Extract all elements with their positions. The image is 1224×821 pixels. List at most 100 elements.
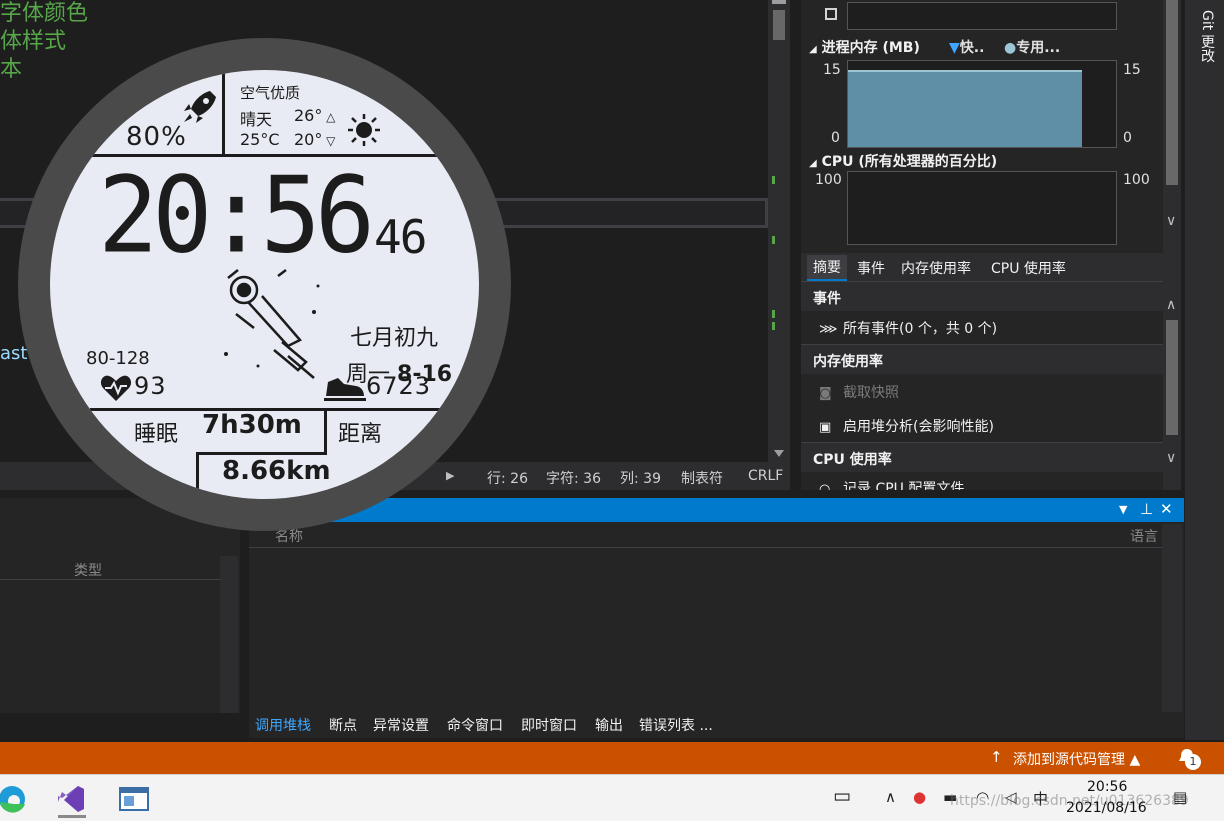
scrollbar-thumb[interactable] [1166, 0, 1178, 185]
call-stack-scrollbar[interactable] [1162, 524, 1182, 712]
divider [196, 452, 327, 455]
pin-icon[interactable]: ⊥ [1140, 500, 1153, 518]
eol-indicator[interactable]: CRLF [748, 468, 783, 484]
time-hours-minutes: 20:56 [98, 154, 375, 277]
distance-label: 距离 [338, 422, 383, 447]
memory-graph-title[interactable]: ◢ 进程内存 (MB) [809, 37, 920, 57]
scroll-down-icon[interactable]: ∨ [1166, 450, 1176, 466]
tab-summary[interactable]: 摘要 [807, 255, 847, 281]
step-count: 6723 [366, 372, 432, 400]
close-icon[interactable]: ✕ [1160, 500, 1173, 518]
scroll-down-icon[interactable]: ∨ [1166, 213, 1176, 229]
bottom-tab[interactable]: 异常设置 [373, 715, 429, 735]
bottom-tab[interactable]: 错误列表 ... [639, 715, 713, 735]
bottom-tab[interactable]: 命令窗口 [447, 715, 503, 735]
divider [324, 408, 327, 454]
scroll-down-icon[interactable] [774, 450, 784, 457]
legend-private: ●专用... [1004, 40, 1061, 56]
pause-icon[interactable] [825, 8, 837, 20]
char-indicator[interactable]: 字符: 36 [546, 468, 601, 488]
memory-usage-section-header: 内存使用率 [801, 344, 1163, 374]
sun-icon [348, 114, 380, 146]
astronaut-illustration [224, 269, 320, 379]
diagnostic-tools-panel: ◢ 进程内存 (MB) ▼快.. ●专用... 15 15 0 0 ◢ CPU … [801, 0, 1181, 490]
divider [222, 70, 225, 156]
cpu-usage-section-header: CPU 使用率 [801, 442, 1163, 472]
locals-scrollbar[interactable] [220, 556, 238, 713]
action-center-icon[interactable]: ▤ [1173, 788, 1187, 806]
add-to-source-control[interactable]: 添加到源代码管理 ▲ [1013, 749, 1140, 769]
air-quality: 空气优质 [240, 84, 301, 102]
events-timeline [847, 2, 1117, 30]
line-indicator[interactable]: 行: 26 [487, 468, 528, 488]
git-changes-tab[interactable]: Git 更改 [1197, 10, 1217, 63]
cpu-graph-title[interactable]: ◢ CPU (所有处理器的百分比) [809, 151, 997, 171]
bottom-tab[interactable]: 即时窗口 [521, 715, 577, 735]
private-legend-icon: ● [1004, 40, 1017, 56]
memory-graph[interactable] [847, 60, 1117, 148]
change-marker [772, 322, 775, 330]
active-app-indicator [58, 815, 86, 818]
temp-high: 26° △ [294, 106, 336, 125]
header-divider [249, 547, 1162, 548]
record-icon: ○ [819, 482, 831, 490]
scrollbar-thumb[interactable] [1166, 320, 1178, 435]
temp-low: 20° ▽ [294, 130, 336, 149]
news-widget-icon[interactable]: ▭ [833, 785, 851, 807]
tab-cpu-usage[interactable]: CPU 使用率 [991, 258, 1066, 278]
edge-app-icon[interactable] [0, 780, 32, 818]
vs-status-bar: ↑ 添加到源代码管理 ▲ 1 [0, 742, 1224, 774]
cpu-y-max-right: 100 [1123, 172, 1150, 188]
shoe-icon [324, 378, 366, 401]
events-icon: ⋙ [819, 322, 838, 337]
visual-studio-app-icon[interactable] [52, 780, 92, 818]
diagnostic-tabs: 摘要 事件 内存使用率 CPU 使用率 [801, 253, 1181, 281]
bottom-tab[interactable]: 输出 [595, 715, 623, 735]
camera-icon: ◙ [819, 386, 832, 401]
call-stack-titlebar[interactable]: ▼ ⊥ ✕ [249, 498, 1184, 522]
show-hidden-icons[interactable]: ∧ [885, 788, 896, 806]
lunar-date: 七月初九 [350, 326, 439, 351]
bottom-tab[interactable]: 断点 [329, 715, 357, 735]
heart-icon [100, 375, 132, 401]
legend-snapshot: ▼快.. [949, 40, 985, 56]
change-marker [772, 310, 775, 318]
tabs-indicator[interactable]: 制表符 [681, 468, 723, 488]
tab-events[interactable]: 事件 [857, 258, 885, 278]
type-column-header[interactable]: 类型 [74, 560, 102, 580]
all-events-link[interactable]: ⋙ 所有事件(0 个，共 0 个) [819, 318, 997, 338]
clock-time[interactable]: 20:56 [1087, 779, 1127, 795]
bottom-tab[interactable]: 调用堆栈 [255, 715, 311, 735]
qq-icon[interactable]: ● [913, 788, 926, 806]
language-column-header[interactable]: 语言 [1130, 526, 1158, 546]
memory-y-min-right: 0 [1123, 130, 1132, 146]
arrow-up-icon: ↑ [990, 748, 1003, 766]
memory-y-min: 0 [831, 130, 840, 146]
heart-rate: 93 [134, 372, 167, 400]
clock-date[interactable]: 2021/08/16 [1066, 800, 1147, 816]
time-seconds: 46 [374, 210, 427, 264]
scrollbar-thumb[interactable] [773, 10, 785, 40]
heap-profiling-button[interactable]: ▣ 启用堆分析(会影响性能) [819, 416, 994, 436]
scroll-right-icon[interactable]: ▶ [446, 469, 454, 482]
col-indicator[interactable]: 列: 39 [620, 468, 661, 488]
dropdown-icon[interactable]: ▼ [1119, 503, 1127, 516]
tab-memory-usage[interactable]: 内存使用率 [901, 258, 971, 278]
diagnostics-scrollbar[interactable]: ∨ ∧ ∨ [1163, 0, 1181, 490]
collapse-icon[interactable]: ◢ [809, 158, 817, 169]
snapshot-legend-icon: ▼ [949, 40, 960, 56]
battery-level: 80% [126, 122, 187, 152]
code-comment-line: 本 [0, 57, 23, 82]
record-cpu-profile-button[interactable]: ○ 记录 CPU 配置文件 [819, 478, 964, 490]
memory-usage-area [848, 70, 1082, 147]
window-app-icon[interactable] [114, 780, 154, 818]
windows-taskbar: ▭ ∧ ● ▬ ◠ ◁ 中 https://blog.csdn.net/u013… [0, 774, 1224, 821]
events-section-header: 事件 [801, 281, 1163, 311]
collapse-icon[interactable]: ◢ [809, 44, 817, 55]
code-comment-line: 字体颜色 [0, 1, 89, 26]
scroll-up-icon[interactable]: ∧ [1166, 297, 1176, 313]
take-snapshot-button[interactable]: ◙ 截取快照 [819, 382, 899, 402]
locals-panel: 类型 [0, 498, 240, 713]
cpu-graph[interactable] [847, 171, 1117, 245]
editor-vertical-scrollbar[interactable] [768, 0, 790, 462]
